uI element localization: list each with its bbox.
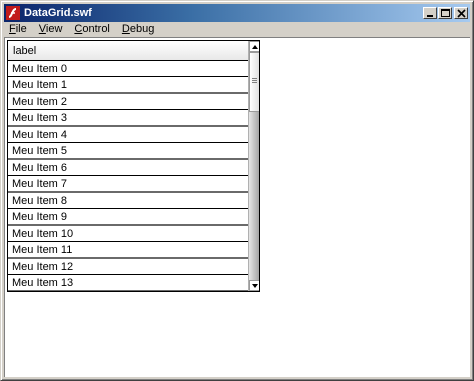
thumb-grip-line (252, 82, 257, 83)
menu-view-label: iew (45, 23, 63, 35)
close-icon (457, 9, 466, 18)
grid-rows: Meu Item 0 Meu Item 1 Meu Item 2 Meu Ite… (8, 61, 248, 291)
grid-row[interactable]: Meu Item 2 (8, 94, 248, 110)
grid-row[interactable]: Meu Item 13 (8, 275, 248, 291)
thumb-grip-line (252, 80, 257, 81)
app-window: DataGrid.swf File View Control Debug lab… (0, 0, 474, 381)
grid-row[interactable]: Meu Item 4 (8, 127, 248, 143)
scrollbar-thumb[interactable] (249, 52, 259, 112)
grid-row[interactable]: Meu Item 8 (8, 193, 248, 209)
flash-app-icon (6, 6, 20, 20)
maximize-button[interactable] (438, 7, 452, 19)
grid-row[interactable]: Meu Item 1 (8, 77, 248, 94)
grid-row[interactable]: Meu Item 7 (8, 176, 248, 193)
menu-control-label: ontrol (82, 23, 110, 35)
grid-row[interactable]: Meu Item 10 (8, 226, 248, 242)
title-bar[interactable]: DataGrid.swf (4, 4, 470, 22)
grid-row[interactable]: Meu Item 0 (8, 61, 248, 77)
menu-file-label: ile (15, 23, 27, 35)
arrow-down-icon (252, 284, 258, 288)
menu-view[interactable]: View (34, 23, 68, 35)
grid-row[interactable]: Meu Item 6 (8, 160, 248, 176)
grid-row[interactable]: Meu Item 5 (8, 143, 248, 160)
grid-row[interactable]: Meu Item 11 (8, 242, 248, 259)
data-grid: label Meu Item 0 Meu Item 1 Meu Item 2 M… (7, 40, 260, 292)
thumb-grip-line (252, 78, 257, 79)
menu-file-mnemonic: F (9, 23, 16, 35)
menu-control[interactable]: Control (69, 23, 114, 35)
scroll-down-button[interactable] (249, 280, 259, 291)
menu-bar: File View Control Debug (4, 22, 470, 36)
close-button[interactable] (454, 7, 468, 19)
menu-view-mnemonic: V (38, 23, 46, 35)
minimize-icon (427, 15, 433, 17)
menu-debug[interactable]: Debug (117, 23, 159, 35)
grid-row[interactable]: Meu Item 3 (8, 110, 248, 127)
grid-row[interactable]: Meu Item 9 (8, 209, 248, 226)
menu-debug-label: ebug (129, 23, 155, 35)
window-title: DataGrid.swf (24, 7, 92, 19)
column-header-label[interactable]: label (8, 41, 248, 61)
menu-debug-mnemonic: D (121, 23, 130, 35)
vertical-scrollbar[interactable] (248, 41, 259, 291)
minimize-button[interactable] (423, 7, 437, 19)
stage-area: label Meu Item 0 Meu Item 1 Meu Item 2 M… (4, 37, 470, 377)
maximize-icon (441, 9, 450, 17)
menu-file[interactable]: File (4, 23, 32, 35)
arrow-up-icon (252, 45, 258, 49)
grid-row[interactable]: Meu Item 12 (8, 259, 248, 275)
scroll-up-button[interactable] (249, 41, 259, 52)
